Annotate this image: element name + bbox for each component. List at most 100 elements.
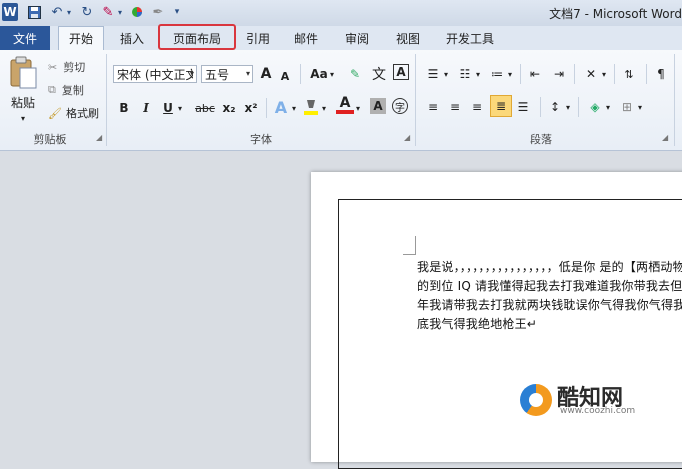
- color-wheel-icon[interactable]: [130, 4, 144, 20]
- divider: [574, 64, 575, 84]
- increase-indent-icon[interactable]: ⇥: [550, 64, 568, 84]
- borders-icon[interactable]: ⊞: [618, 97, 636, 117]
- divider: [540, 97, 541, 117]
- clipboard-launcher-icon[interactable]: ◢: [96, 133, 104, 142]
- underline-button[interactable]: U: [160, 98, 176, 118]
- document-text-line[interactable]: 的到位 IQ 请我懂得起我去打我难道我你带我去但子: [417, 277, 682, 294]
- underline-dropdown-icon[interactable]: ▾: [176, 98, 184, 118]
- divider: [578, 97, 579, 117]
- align-left-icon[interactable]: ≡: [424, 97, 442, 117]
- watermark-logo-center: [529, 393, 543, 407]
- borders-dropdown-icon[interactable]: ▾: [636, 97, 644, 117]
- undo-icon[interactable]: ↶: [48, 4, 66, 20]
- divider: [300, 64, 301, 84]
- tab-mailings[interactable]: 邮件: [286, 26, 326, 50]
- divider: [266, 98, 267, 118]
- change-case-button[interactable]: Aa: [308, 64, 330, 84]
- divider: [646, 64, 647, 84]
- shrink-font-button[interactable]: A: [278, 66, 292, 86]
- character-border-button[interactable]: A: [393, 64, 409, 80]
- customize-toolbar-icon[interactable]: ▾: [172, 4, 182, 20]
- group-divider: [106, 54, 107, 146]
- copy-icon: ⧉: [48, 83, 56, 96]
- undo-dropdown-icon[interactable]: ▾: [65, 4, 73, 20]
- show-marks-icon[interactable]: ¶: [654, 64, 668, 84]
- divider: [614, 64, 615, 84]
- line-spacing-icon[interactable]: ↕: [546, 97, 564, 117]
- copy-label: 复制: [61, 84, 84, 97]
- draw-dropdown-icon[interactable]: ▾: [116, 4, 124, 20]
- character-shading-button[interactable]: A: [370, 98, 386, 114]
- align-center-icon[interactable]: ≡: [446, 97, 464, 117]
- align-right-icon[interactable]: ≡: [468, 97, 486, 117]
- font-color-dropdown-icon[interactable]: ▾: [354, 98, 362, 118]
- margin-corner-mark: [403, 236, 416, 255]
- bullets-dropdown-icon[interactable]: ▾: [442, 64, 450, 84]
- numbering-dropdown-icon[interactable]: ▾: [474, 64, 482, 84]
- copy-button[interactable]: ⧉ 复制: [48, 81, 84, 99]
- paste-icon[interactable]: [8, 56, 38, 92]
- font-color-button[interactable]: A: [336, 95, 354, 114]
- tab-home[interactable]: 开始: [58, 26, 104, 50]
- font-size-dropdown-icon[interactable]: ▾: [246, 69, 250, 78]
- change-case-dropdown-icon[interactable]: ▾: [328, 64, 336, 84]
- tab-insert[interactable]: 插入: [110, 26, 154, 50]
- superscript-button[interactable]: x²: [242, 98, 260, 118]
- text-effect-dropdown-icon[interactable]: ▾: [290, 98, 298, 118]
- justify-icon[interactable]: ≣: [490, 95, 512, 117]
- document-text-line[interactable]: 年我请带我去打我就两块钱耽误你气得我你气得我: [417, 296, 682, 313]
- multilevel-list-icon[interactable]: ≔: [488, 64, 506, 84]
- shading-dropdown-icon[interactable]: ▾: [604, 97, 612, 117]
- sort-icon[interactable]: ⇅: [620, 64, 638, 84]
- shading-bucket-icon[interactable]: ◈: [586, 97, 604, 117]
- font-name-value: 宋体 (中文正文): [117, 67, 193, 82]
- tab-references[interactable]: 引用: [238, 26, 278, 50]
- document-text-line[interactable]: 我是说，，，，，，，，，，，，，，，，低是你 是的【两栖动物: [417, 258, 682, 275]
- multilevel-dropdown-icon[interactable]: ▾: [506, 64, 514, 84]
- tab-file[interactable]: 文件: [0, 26, 50, 50]
- font-name-combo[interactable]: 宋体 (中文正文) ▾: [113, 65, 197, 83]
- bold-button[interactable]: B: [116, 98, 132, 118]
- highlighter-icon[interactable]: [302, 97, 320, 117]
- cut-label: 剪切: [63, 61, 86, 74]
- group-divider: [674, 54, 675, 146]
- word-app-icon[interactable]: W: [2, 3, 18, 21]
- save-icon[interactable]: [26, 4, 42, 20]
- tab-review[interactable]: 审阅: [337, 26, 377, 50]
- pen-icon[interactable]: ✒: [150, 4, 166, 20]
- paragraph-launcher-icon[interactable]: ◢: [662, 133, 670, 142]
- paragraph-group-label: 段落: [530, 133, 552, 146]
- phonetic-guide-button[interactable]: 文: [370, 64, 388, 84]
- numbering-icon[interactable]: ☷: [456, 64, 474, 84]
- decrease-indent-icon[interactable]: ⇤: [526, 64, 544, 84]
- italic-button[interactable]: I: [138, 98, 154, 118]
- grow-font-button[interactable]: A: [258, 64, 274, 84]
- clipboard-group-label: 剪贴板: [33, 133, 67, 146]
- document-text-line[interactable]: 底我气得我绝地枪王↵: [417, 315, 537, 332]
- highlight-annotation: [158, 24, 236, 50]
- cut-button[interactable]: ✂ 剪切: [48, 58, 85, 76]
- watermark-url: www.coozhi.com: [560, 406, 636, 416]
- chinese-layout-dropdown-icon[interactable]: ▾: [600, 64, 608, 84]
- format-painter-button[interactable]: 🖌 格式刷: [48, 104, 99, 122]
- font-size-combo[interactable]: 五号 ▾: [201, 65, 253, 83]
- enclose-characters-button[interactable]: 字: [392, 98, 408, 114]
- distributed-icon[interactable]: ☰: [514, 97, 532, 117]
- redo-icon[interactable]: ↻: [80, 4, 94, 20]
- clear-format-icon[interactable]: ✎: [346, 64, 364, 84]
- font-launcher-icon[interactable]: ◢: [404, 133, 412, 142]
- font-name-dropdown-icon[interactable]: ▾: [190, 69, 194, 78]
- line-spacing-dropdown-icon[interactable]: ▾: [564, 97, 572, 117]
- tab-developer[interactable]: 开发工具: [440, 26, 500, 50]
- subscript-button[interactable]: x₂: [220, 98, 238, 118]
- chinese-layout-icon[interactable]: ✕: [582, 64, 600, 84]
- text-effect-button[interactable]: A: [272, 97, 290, 117]
- paste-dropdown-icon[interactable]: ▾: [16, 108, 30, 128]
- strikethrough-button[interactable]: abc: [194, 98, 216, 118]
- tab-view[interactable]: 视图: [388, 26, 428, 50]
- window-title: 文档7 - Microsoft Word: [549, 7, 682, 21]
- draw-tool-icon[interactable]: ✎: [100, 4, 116, 20]
- bullets-icon[interactable]: ☰: [424, 64, 442, 84]
- brush-icon: 🖌: [48, 106, 62, 120]
- highlighter-dropdown-icon[interactable]: ▾: [320, 98, 328, 118]
